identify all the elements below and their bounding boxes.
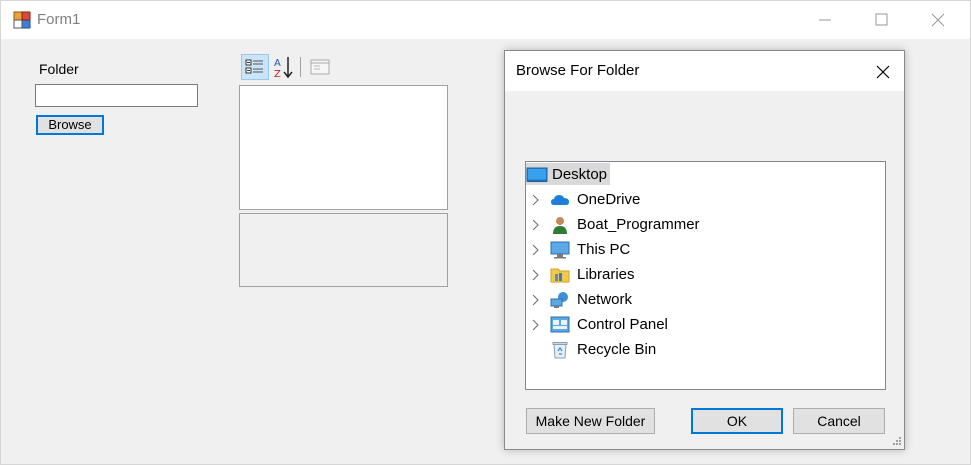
- browse-button[interactable]: Browse: [36, 115, 104, 135]
- cancel-button[interactable]: Cancel: [793, 408, 885, 434]
- chevron-right-icon: [532, 219, 539, 231]
- categorized-button[interactable]: [241, 54, 269, 80]
- cloud-icon: [550, 191, 570, 209]
- dialog-close-button[interactable]: [865, 57, 899, 85]
- tree-item-label: Libraries: [577, 266, 635, 283]
- resize-grip-icon[interactable]: [890, 435, 902, 447]
- property-grid-toolbar: A Z: [241, 54, 451, 82]
- tree-item-recycle-bin[interactable]: Recycle Bin: [526, 338, 885, 362]
- control-panel-icon: [550, 316, 570, 334]
- make-new-folder-button[interactable]: Make New Folder: [526, 408, 655, 434]
- close-button[interactable]: [915, 1, 961, 39]
- tree-item-network[interactable]: Network: [526, 288, 885, 312]
- browse-folder-dialog: Browse For Folder Desktop OneDrive Boat_…: [504, 50, 905, 450]
- chevron-right-icon: [532, 194, 539, 206]
- tree-item-label: This PC: [577, 241, 631, 258]
- tree-item-this-pc[interactable]: This PC: [526, 238, 885, 262]
- tree-item-label: Boat_Programmer: [577, 216, 700, 233]
- chevron-right-icon: [532, 269, 539, 281]
- folder-input[interactable]: [35, 84, 198, 107]
- app-icon: [13, 11, 31, 29]
- tree-item-boat-programmer[interactable]: Boat_Programmer: [526, 213, 885, 237]
- close-icon: [931, 13, 945, 27]
- property-grid[interactable]: [239, 85, 448, 210]
- alphabetical-button[interactable]: A Z: [271, 54, 297, 80]
- tree-item-label: Network: [577, 291, 633, 308]
- property-help-pane: [239, 213, 448, 287]
- minimize-button[interactable]: [803, 1, 849, 39]
- network-icon: [550, 291, 570, 309]
- ok-button[interactable]: OK: [691, 408, 783, 434]
- libraries-folder-icon: [550, 266, 570, 284]
- computer-icon: [550, 241, 570, 259]
- sort-alphabetical-icon: A Z: [274, 57, 293, 80]
- folder-tree[interactable]: Desktop OneDrive Boat_Programmer This PC: [525, 161, 886, 390]
- svg-text:A: A: [274, 58, 281, 69]
- chevron-right-icon: [532, 294, 539, 306]
- tree-item-control-panel[interactable]: Control Panel: [526, 313, 885, 337]
- close-icon: [876, 65, 890, 79]
- property-pages-button[interactable]: [307, 54, 333, 80]
- tree-item-label: Recycle Bin: [577, 341, 657, 358]
- svg-text:Z: Z: [274, 69, 281, 80]
- categorized-icon: [245, 59, 263, 74]
- property-pages-icon: [310, 59, 330, 75]
- title-bar[interactable]: Form1: [1, 1, 970, 39]
- folder-label: Folder: [39, 61, 79, 77]
- user-icon: [550, 216, 570, 234]
- tree-item-label: Control Panel: [577, 316, 668, 333]
- tree-item-libraries[interactable]: Libraries: [526, 263, 885, 287]
- toolbar-separator: [300, 57, 301, 77]
- tree-item-label: Desktop: [552, 166, 608, 183]
- dialog-title-bar[interactable]: Browse For Folder: [505, 51, 904, 91]
- tree-item-label: OneDrive: [577, 191, 641, 208]
- dialog-title: Browse For Folder: [516, 62, 640, 79]
- tree-item-desktop[interactable]: Desktop: [526, 163, 885, 187]
- recycle-bin-icon: [550, 341, 570, 359]
- desktop-icon: [526, 166, 548, 184]
- maximize-icon: [875, 13, 888, 26]
- chevron-right-icon: [532, 244, 539, 256]
- tree-item-onedrive[interactable]: OneDrive: [526, 188, 885, 212]
- window-title: Form1: [37, 11, 81, 28]
- chevron-right-icon: [532, 319, 539, 331]
- maximize-button[interactable]: [859, 1, 905, 39]
- minimize-icon: [819, 19, 831, 21]
